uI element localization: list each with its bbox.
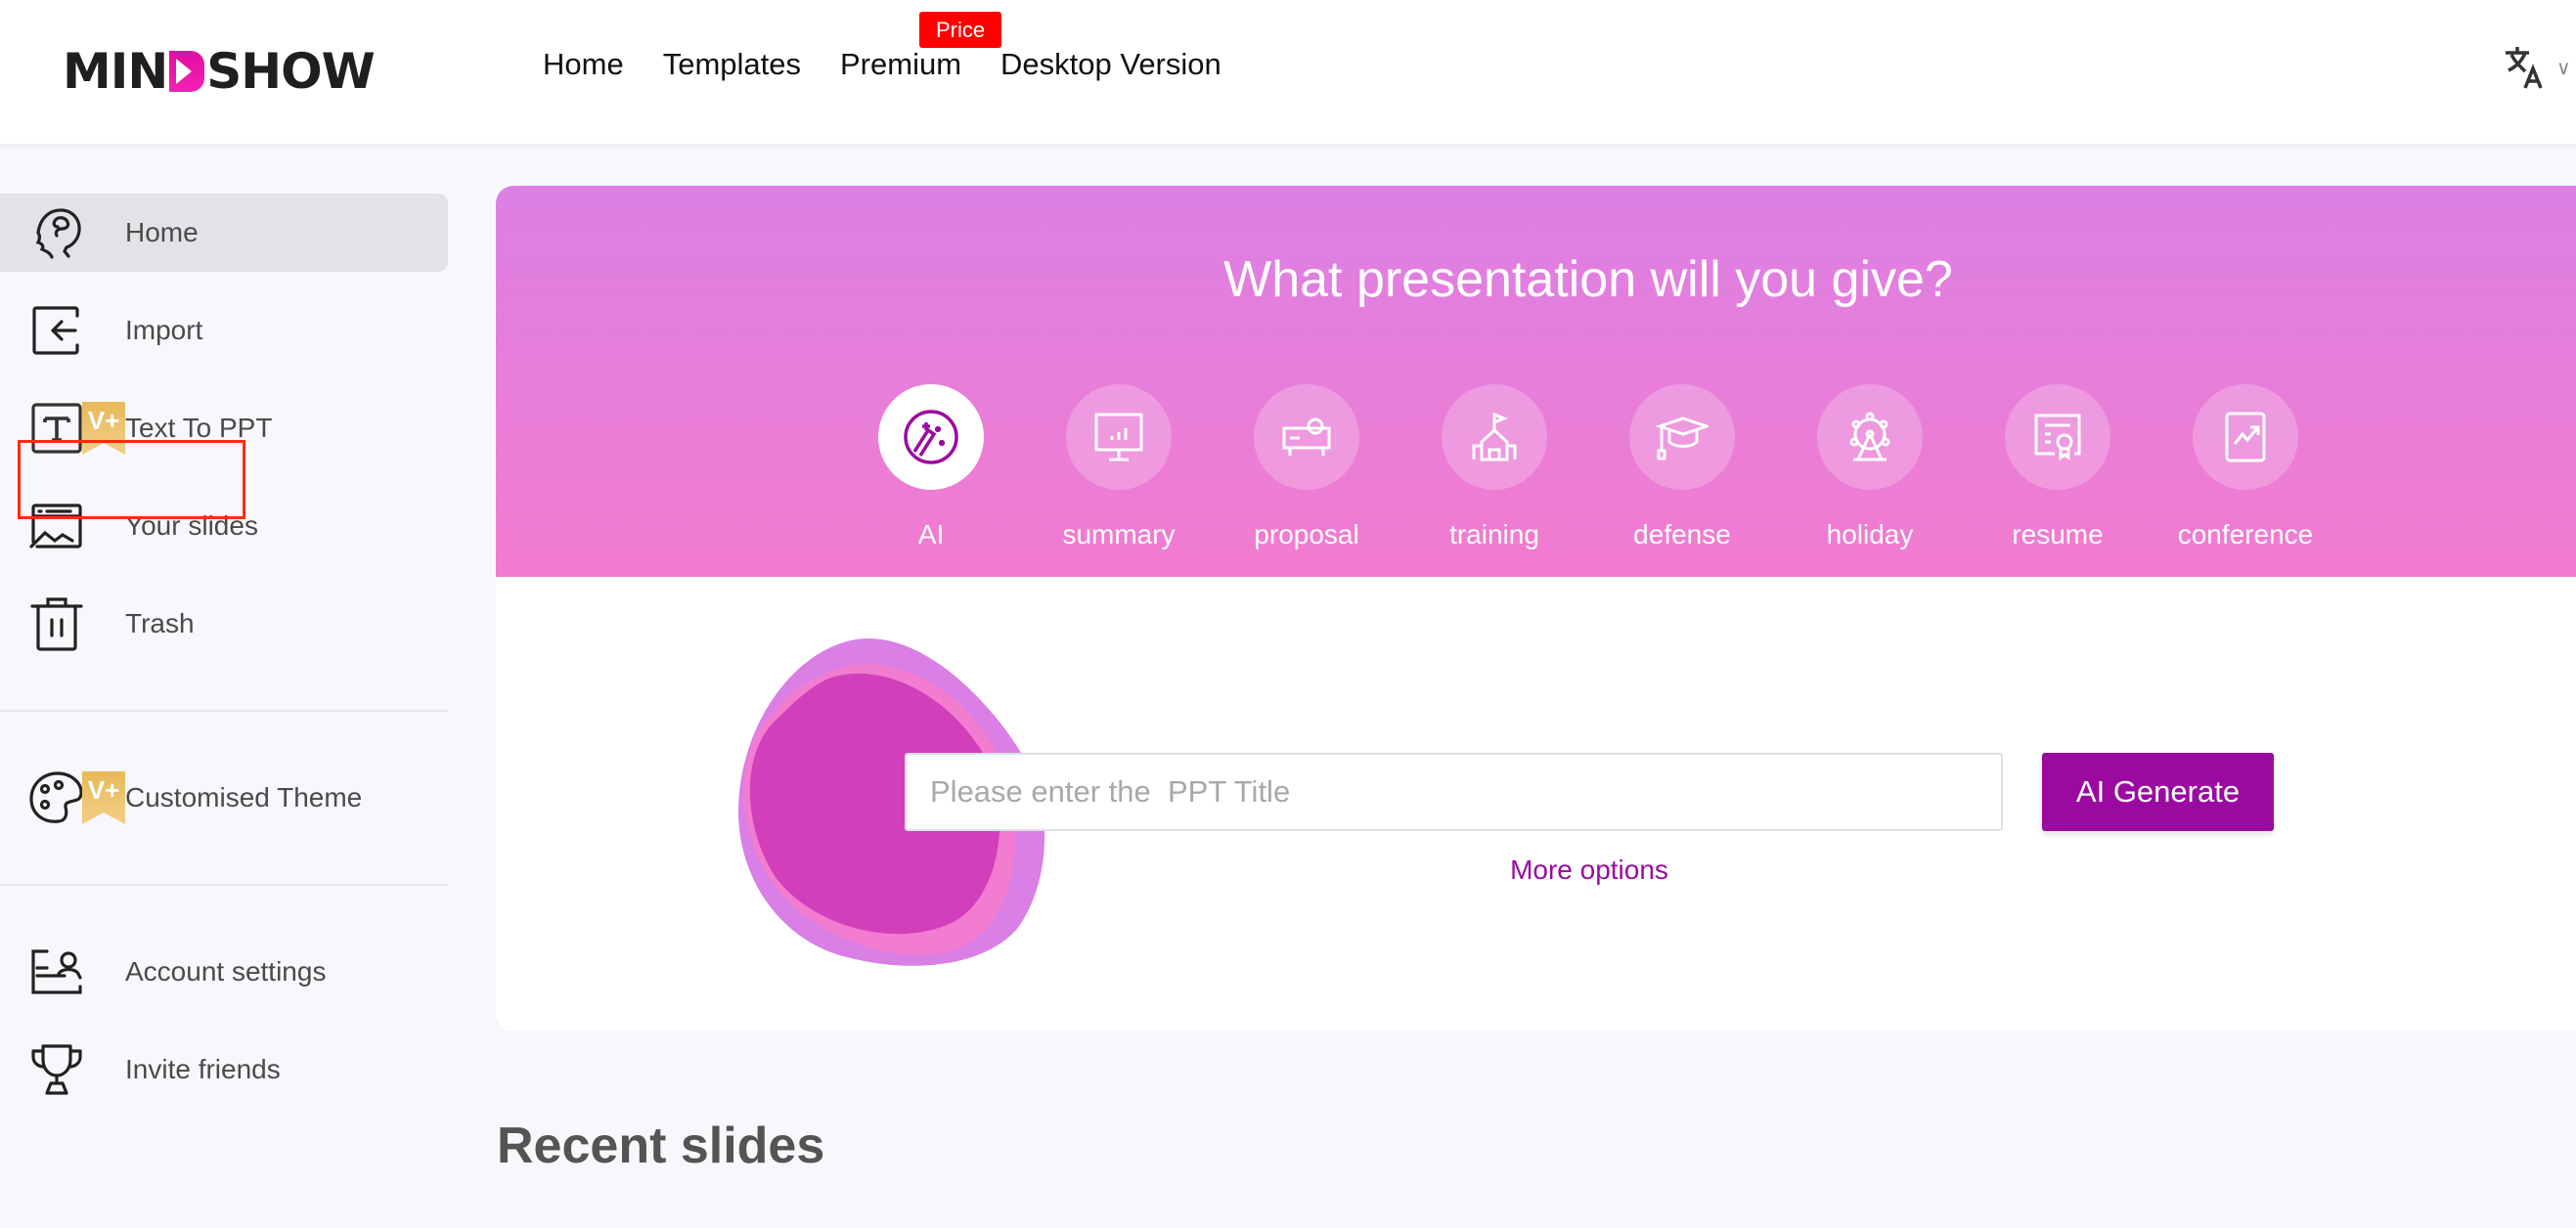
school-flag-icon	[1472, 412, 1517, 461]
account-icon	[29, 944, 84, 999]
category-holiday[interactable]: holiday	[1797, 384, 1943, 550]
category-label: conference	[2177, 519, 2314, 549]
category-label: training	[1449, 519, 1539, 549]
logo-play-d-icon	[169, 51, 205, 92]
category-ai[interactable]: AI	[858, 384, 1004, 550]
vip-badge: V+	[82, 771, 125, 824]
ferris-wheel-icon	[1849, 412, 1890, 461]
nav-premium[interactable]: Premium	[840, 47, 961, 82]
sidebar-item-label: Customised Theme	[125, 782, 363, 812]
sidebar-item-label: Import	[125, 315, 203, 345]
vip-badge: V+	[82, 402, 125, 455]
sidebar-item-import[interactable]: Import	[0, 291, 448, 370]
category-label: defense	[1633, 519, 1731, 549]
sidebar: Home Import V+ Text To PPT Your slides T…	[0, 145, 448, 1228]
more-options-link[interactable]: More options	[1394, 855, 1785, 886]
sidebar-item-invite-friends[interactable]: Invite friends	[0, 1031, 448, 1109]
sidebar-item-your-slides[interactable]: Your slides	[0, 487, 448, 565]
price-badge[interactable]: Price	[919, 12, 1001, 48]
recent-slides-heading: Recent slides	[497, 1118, 825, 1174]
certificate-icon	[2034, 414, 2081, 460]
sidebar-item-label: Home	[125, 217, 199, 247]
sidebar-divider	[0, 884, 448, 886]
category-label: summary	[1062, 519, 1176, 549]
chart-board-icon	[1094, 413, 1143, 461]
sidebar-item-label: Text To PPT	[125, 413, 273, 443]
sidebar-divider	[0, 710, 448, 712]
sidebar-item-label: Invite friends	[125, 1054, 281, 1084]
trash-icon	[29, 596, 84, 651]
brain-head-icon	[29, 205, 84, 260]
sidebar-item-account-settings[interactable]: Account settings	[0, 933, 448, 1011]
nav-desktop-version[interactable]: Desktop Version	[1000, 47, 1221, 82]
hero-banner: What presentation will you give? AI summ…	[496, 186, 2576, 577]
category-label: proposal	[1254, 519, 1359, 549]
top-header: MIN SHOW Home Templates Premium Desktop V…	[0, 0, 2576, 145]
ai-generate-button[interactable]: AI Generate	[2042, 753, 2274, 831]
category-label: AI	[917, 519, 945, 549]
sidebar-item-label: Account settings	[125, 956, 327, 987]
text-icon	[29, 401, 84, 456]
projector-icon	[1282, 417, 1331, 456]
sidebar-item-label: Your slides	[125, 510, 258, 541]
top-nav: Home Templates Premium Desktop Version	[543, 47, 1221, 82]
graduation-cap-icon	[1656, 417, 1709, 460]
ppt-title-input[interactable]	[905, 753, 2003, 831]
mindshow-logo[interactable]: MIN SHOW	[63, 43, 376, 100]
language-selector[interactable]: ∨	[2504, 45, 2571, 90]
sidebar-item-text-to-ppt[interactable]: V+ Text To PPT	[0, 389, 448, 467]
sidebar-item-home[interactable]: Home	[0, 194, 448, 272]
category-resume[interactable]: resume	[1984, 384, 2131, 550]
palette-icon	[29, 770, 84, 825]
trophy-icon	[29, 1042, 84, 1097]
sidebar-item-trash[interactable]: Trash	[0, 585, 448, 663]
category-training[interactable]: training	[1421, 384, 1568, 550]
sidebar-item-label: Trash	[125, 608, 195, 638]
import-icon	[29, 303, 84, 358]
category-proposal[interactable]: proposal	[1233, 384, 1380, 550]
chevron-down-icon: ∨	[2556, 57, 2571, 79]
nav-home[interactable]: Home	[543, 47, 624, 82]
sidebar-item-customised-theme[interactable]: V+ Customised Theme	[0, 759, 448, 837]
category-conference[interactable]: conference	[2172, 384, 2319, 550]
category-label: resume	[2012, 519, 2104, 549]
nav-templates[interactable]: Templates	[663, 47, 801, 82]
banner-title: What presentation will you give?	[1223, 251, 1953, 308]
trend-chart-icon	[2225, 412, 2266, 462]
category-defense[interactable]: defense	[1609, 384, 1755, 550]
slides-icon	[29, 499, 84, 553]
category-summary[interactable]: summary	[1045, 384, 1192, 550]
translate-icon	[2506, 47, 2543, 89]
category-label: holiday	[1826, 519, 1914, 549]
ai-magic-icon	[904, 410, 958, 464]
